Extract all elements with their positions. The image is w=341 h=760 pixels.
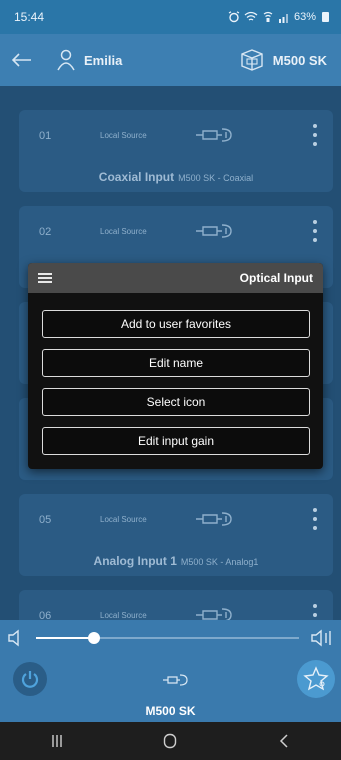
device-name[interactable]: M500 SK: [273, 53, 327, 68]
input-card-01[interactable]: 01 Local Source Coaxial Input M500 SK - C…: [19, 110, 333, 192]
back-arrow-icon[interactable]: [8, 46, 36, 74]
optical-plug-icon: [196, 224, 232, 238]
wifi-icon: [244, 11, 258, 21]
home-button[interactable]: [150, 729, 190, 753]
volume-down-icon[interactable]: [6, 628, 26, 648]
popup-title: Optical Input: [239, 271, 313, 285]
input-name: Analog Input 1: [93, 554, 177, 568]
recent-apps-button[interactable]: [37, 729, 77, 753]
current-source-icon: [163, 674, 188, 686]
input-name: Coaxial Input: [98, 170, 175, 184]
user-name[interactable]: Emilia: [84, 53, 122, 68]
input-source: Local Source: [100, 515, 147, 524]
status-bar: 15:44 63%: [0, 0, 341, 34]
input-label: Analog Input 1 M500 SK - Analog1: [19, 554, 333, 568]
plug-icon: [196, 608, 232, 620]
add-to-favorites-button[interactable]: Add to user favorites: [42, 310, 310, 338]
power-icon: [21, 671, 39, 688]
volume-knob[interactable]: [87, 632, 100, 644]
input-number: 05: [39, 514, 52, 526]
input-options-popup: Optical Input Add to user favorites Edit…: [28, 263, 323, 469]
power-button[interactable]: [13, 662, 47, 696]
app-bar: Emilia M500 SK: [0, 34, 341, 86]
input-number: 02: [39, 226, 52, 238]
select-icon-button[interactable]: Select icon: [42, 388, 310, 416]
status-time: 15:44: [14, 10, 45, 24]
favorites-button[interactable]: [297, 660, 335, 698]
home-icon: [164, 733, 177, 749]
input-subtitle: M500 SK - Coaxial: [178, 173, 254, 183]
more-options-icon[interactable]: [311, 124, 319, 146]
player-device-name: M500 SK: [145, 704, 196, 718]
back-chevron-icon: [280, 734, 288, 748]
edit-name-button[interactable]: Edit name: [42, 349, 310, 377]
recent-apps-icon: [52, 735, 62, 747]
volume-slider[interactable]: [36, 632, 299, 644]
call-wifi-icon: [263, 11, 273, 22]
player-bar: M500 SK: [0, 620, 341, 722]
input-source: Local Source: [100, 131, 147, 140]
input-source: Local Source: [100, 611, 147, 620]
analog-plug-icon: [196, 512, 232, 526]
hamburger-menu-icon[interactable]: [38, 273, 52, 283]
input-subtitle: M500 SK - Analog1: [180, 557, 259, 567]
edit-input-gain-button[interactable]: Edit input gain: [42, 427, 310, 455]
back-button[interactable]: [264, 729, 304, 753]
signal-icon: [278, 13, 288, 23]
volume-up-icon[interactable]: [309, 628, 335, 648]
volume-row: [0, 620, 341, 656]
star-user-icon: [303, 666, 329, 691]
battery-percent: 63%: [293, 11, 316, 23]
popup-header: Optical Input: [28, 263, 323, 293]
alarm-icon: [228, 11, 240, 23]
android-nav-bar: [0, 722, 341, 760]
input-number: 06: [39, 610, 52, 620]
device-cube-icon[interactable]: [239, 48, 265, 72]
more-options-icon[interactable]: [311, 508, 319, 530]
more-options-icon[interactable]: [311, 604, 319, 620]
user-icon[interactable]: [56, 49, 76, 71]
input-source: Local Source: [100, 227, 147, 236]
volume-fill: [36, 637, 94, 639]
more-options-icon[interactable]: [311, 220, 319, 242]
coaxial-plug-icon: [196, 128, 232, 142]
input-label: Coaxial Input M500 SK - Coaxial: [19, 170, 333, 184]
input-card-05[interactable]: 05 Local Source Analog Input 1 M500 SK - …: [19, 494, 333, 576]
input-card-06[interactable]: 06 Local Source: [19, 590, 333, 620]
battery-icon: [322, 12, 329, 22]
input-number: 01: [39, 130, 52, 142]
